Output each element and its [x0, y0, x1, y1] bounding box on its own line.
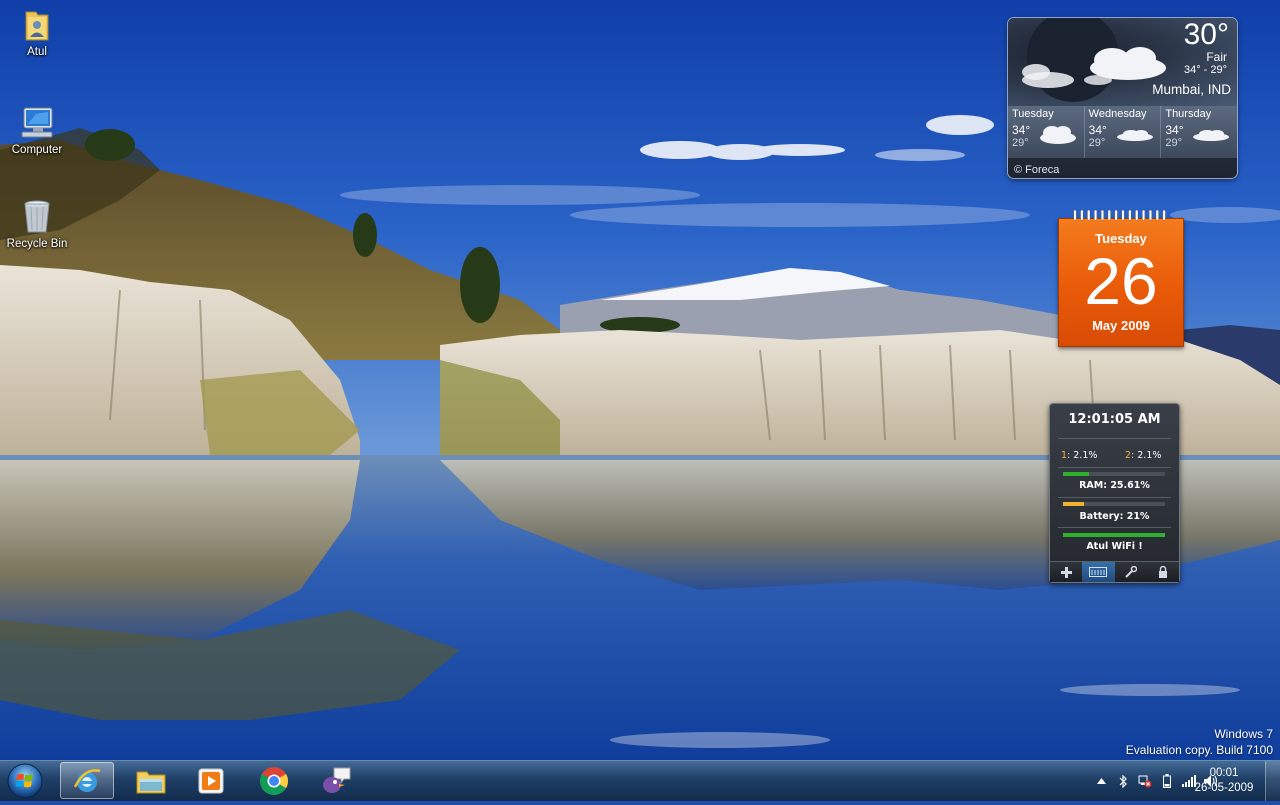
- taskbar-time: 00:01: [1209, 767, 1239, 779]
- lock-icon[interactable]: [1147, 562, 1179, 582]
- desktop-icon-recycle-bin[interactable]: Recycle Bin: [0, 198, 74, 250]
- current-temperature: 30°: [1183, 18, 1229, 51]
- cpu-core-value: : 2.1%: [1131, 450, 1162, 461]
- show-hidden-icons-arrow[interactable]: [1094, 774, 1108, 788]
- forecast-day-name: Tuesday: [1012, 108, 1054, 120]
- weather-condition: Fair: [1206, 50, 1227, 64]
- wifi-bar: [1063, 533, 1165, 537]
- desktop-icon-label: Atul: [27, 46, 47, 58]
- battery-icon[interactable]: [1160, 774, 1174, 788]
- forecast-day-name: Thursday: [1165, 108, 1212, 120]
- system-monitor-gadget[interactable]: 12:01:05 AM 1: 2.1% 2: 2.1% RAM: 25.61% …: [1049, 403, 1180, 583]
- calendar-gadget[interactable]: Tuesday 26 May 2009: [1058, 210, 1184, 347]
- ram-bar: [1063, 472, 1165, 476]
- calendar-rings: [1073, 210, 1166, 221]
- divider: [1058, 438, 1171, 439]
- taskbar-clock[interactable]: 00:01 26-05-2009: [1194, 766, 1254, 796]
- weather-current: 30° Fair 34° - 29° Mumbai, IND: [1008, 18, 1237, 106]
- network-disconnected-icon[interactable]: [1138, 774, 1152, 788]
- desktop-icon-label: Recycle Bin: [6, 238, 68, 250]
- divider: [1058, 497, 1171, 498]
- chrome-icon[interactable]: [247, 762, 301, 799]
- watermark-build: Evaluation copy. Build 7100: [1125, 743, 1273, 757]
- weather-city: Mumbai, IND: [1152, 82, 1231, 97]
- internet-explorer-icon[interactable]: [60, 762, 114, 799]
- forecast-row: Tuesday 34° 29° Wednesday 34° 29° Thursd…: [1008, 106, 1237, 158]
- wrench-icon[interactable]: [1115, 562, 1147, 582]
- cloudy-icon: [1040, 126, 1076, 144]
- forecast-day: Tuesday 34° 29°: [1008, 106, 1085, 158]
- ram-bar-fill: [1063, 472, 1090, 476]
- gadget-toolbar: [1050, 561, 1179, 582]
- computer-icon: [18, 104, 56, 142]
- media-player-icon[interactable]: [184, 762, 238, 799]
- desktop-icon-label: Computer: [11, 144, 63, 156]
- calendar-day: 26: [1084, 244, 1158, 318]
- watermark-os: Windows 7: [1214, 727, 1273, 741]
- wifi-bar-fill: [1063, 533, 1165, 537]
- windows-start-orb-icon[interactable]: [5, 762, 45, 800]
- desktop-icon-computer[interactable]: Computer: [0, 104, 74, 156]
- recycle-bin-icon: [18, 198, 56, 236]
- calendar-month-year: May 2009: [1092, 318, 1150, 333]
- taskbar: 00:01 26-05-2009: [0, 760, 1280, 801]
- forecast-day: Thursday 34° 29°: [1161, 106, 1237, 158]
- divider: [1058, 467, 1171, 468]
- show-desktop-button[interactable]: [1265, 761, 1280, 801]
- battery-bar-fill: [1063, 502, 1085, 506]
- monitor-icon[interactable]: [1082, 562, 1115, 582]
- bluetooth-icon[interactable]: [1116, 774, 1130, 788]
- battery-label: Battery: 21%: [1079, 511, 1150, 522]
- cpu-core-1: 1: 2.1%: [1061, 450, 1097, 461]
- divider: [1058, 527, 1171, 528]
- cpu-core-2: 2: 2.1%: [1125, 450, 1161, 461]
- ram-label: RAM: 25.61%: [1079, 480, 1150, 491]
- gadget-clock: 12:01:05 AM: [1068, 412, 1161, 427]
- windows-explorer-icon[interactable]: [124, 762, 178, 799]
- weather-credit[interactable]: © Foreca: [1014, 164, 1059, 176]
- weather-gadget[interactable]: 30° Fair 34° - 29° Mumbai, IND Tuesday 3…: [1008, 18, 1237, 178]
- calendar-page: Tuesday 26 May 2009: [1058, 218, 1184, 347]
- plus-icon[interactable]: [1050, 562, 1082, 582]
- pidgin-icon[interactable]: [309, 762, 363, 799]
- temperature-range: 34° - 29°: [1183, 64, 1227, 76]
- forecast-day: Wednesday 34° 29°: [1085, 106, 1162, 158]
- wifi-label: Atul WiFi !: [1086, 541, 1143, 552]
- cpu-core-value: : 2.1%: [1067, 450, 1098, 461]
- evaluation-watermark: Windows 7 Evaluation copy. Build 7100: [1126, 726, 1273, 758]
- desktop-icon-user-folder[interactable]: Atul: [0, 6, 74, 58]
- partly-cloudy-icon: [1116, 130, 1153, 141]
- user-folder-icon: [18, 6, 56, 44]
- taskbar-date: 26-05-2009: [1194, 782, 1254, 794]
- partly-cloudy-icon: [1193, 130, 1230, 141]
- forecast-day-name: Wednesday: [1088, 108, 1147, 120]
- battery-bar: [1063, 502, 1165, 506]
